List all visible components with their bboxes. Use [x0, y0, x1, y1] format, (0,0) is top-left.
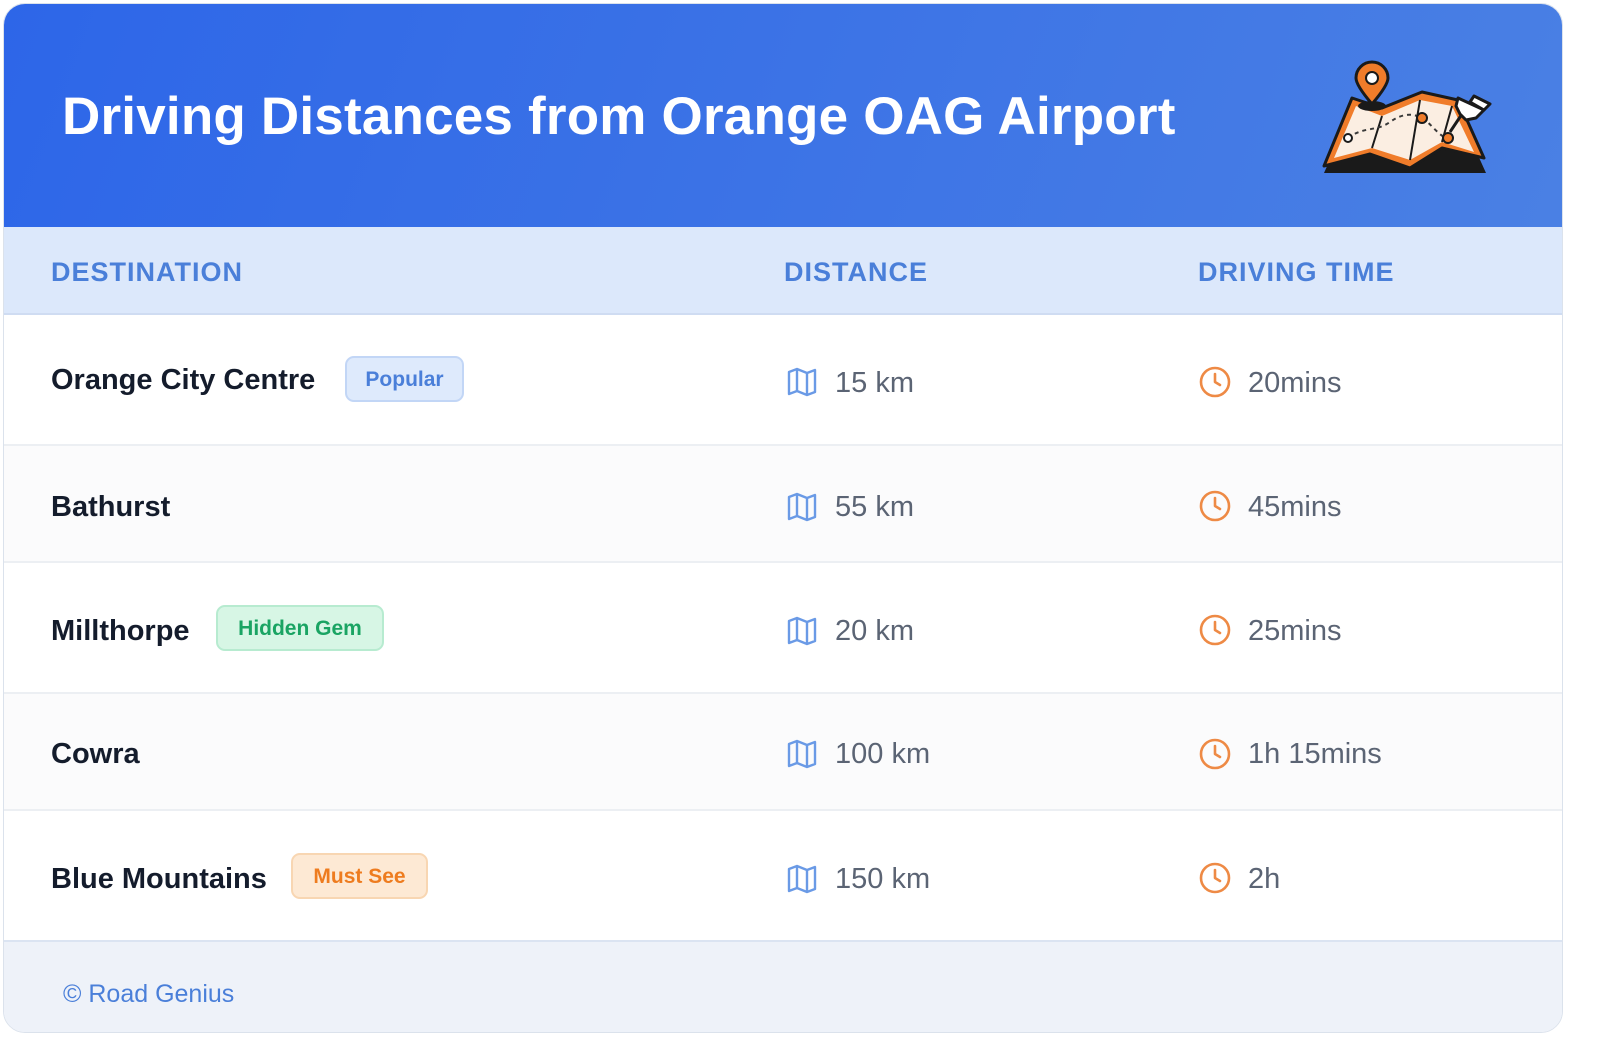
distance-value: 20 km [835, 615, 914, 647]
clock-icon [1199, 490, 1231, 522]
table-row: Cowra 100 km 1h 15mins [4, 694, 1562, 811]
driving-time-value: 45mins [1248, 491, 1342, 523]
destination-name: Blue Mountains [51, 863, 267, 895]
driving-time-value: 1h 15mins [1248, 738, 1382, 770]
destination-name: Bathurst [51, 491, 171, 523]
page-title: Driving Distances from Orange OAG Airpor… [62, 87, 1176, 146]
map-icon [787, 492, 817, 522]
driving-time-value: 2h [1248, 863, 1281, 895]
column-header-destination: DESTINATION [51, 257, 243, 287]
clock-icon [1199, 862, 1231, 894]
driving-time-value: 25mins [1248, 615, 1342, 647]
column-header-driving-time: DRIVING TIME [1198, 257, 1395, 287]
distance-table-card: Driving Distances from Orange OAG Airpor… [3, 3, 1563, 1033]
footer-credit: © Road Genius [63, 980, 235, 1008]
header-banner: Driving Distances from Orange OAG Airpor… [4, 4, 1562, 227]
destination-name: Orange City Centre [51, 364, 316, 396]
map-icon [787, 616, 817, 646]
column-header-distance: DISTANCE [784, 257, 929, 287]
destination-name: Millthorpe [51, 615, 190, 647]
distance-value: 15 km [835, 367, 914, 399]
table-row: Millthorpe Hidden Gem 20 km 25mins [4, 563, 1562, 694]
must-see-badge: Must See [291, 853, 428, 899]
distance-value: 55 km [835, 491, 914, 523]
clock-icon [1199, 738, 1231, 770]
map-with-pins-icon [1322, 60, 1492, 173]
clock-icon [1199, 366, 1231, 398]
map-icon [787, 739, 817, 769]
map-icon [787, 367, 817, 397]
table-row: Blue Mountains Must See 150 km 2h [4, 811, 1562, 940]
hidden-gem-badge: Hidden Gem [216, 605, 384, 651]
destination-name: Cowra [51, 738, 140, 770]
distance-value: 150 km [835, 863, 931, 895]
distance-value: 100 km [835, 738, 931, 770]
footer: © Road Genius [4, 940, 1562, 1032]
map-icon [787, 864, 817, 894]
driving-time-value: 20mins [1248, 367, 1342, 399]
table-header: DESTINATION DISTANCE DRIVING TIME [4, 227, 1562, 315]
table-row: Bathurst 55 km 45mins [4, 446, 1562, 563]
popular-badge: Popular [345, 356, 464, 402]
clock-icon [1199, 614, 1231, 646]
table-row: Orange City Centre Popular 15 km 20mins [4, 315, 1562, 446]
